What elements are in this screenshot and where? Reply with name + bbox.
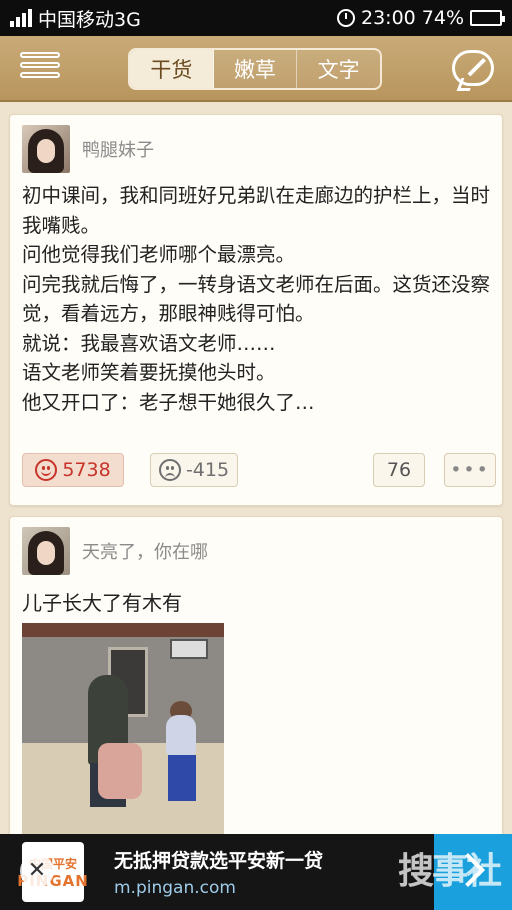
compose-icon[interactable] [452, 50, 494, 86]
avatar[interactable] [22, 527, 70, 575]
watermark: 搜事社 [398, 851, 502, 892]
battery-icon [470, 10, 505, 26]
post-text: 儿子长大了有木有 [22, 591, 182, 615]
tab-nen-cao[interactable]: 嫩草 [214, 50, 298, 88]
signal-icon [10, 9, 32, 27]
tab-group: 干货 嫩草 文字 [128, 48, 382, 90]
tab-wen-zi[interactable]: 文字 [297, 50, 380, 88]
post-card: 鸭腿妹子 初中课间，我和同班好兄弟趴在走廊边的护栏上，当时我嘴贱。 问他觉得我们… [9, 114, 503, 506]
alarm-icon [337, 9, 355, 27]
status-bar: 中国移动3G 23:00 74% [0, 0, 512, 36]
carrier-name: 中国移动3G [38, 8, 141, 31]
smile-icon [35, 459, 58, 481]
nav-bar: 干货 嫩草 文字 [0, 36, 512, 102]
post-text: 初中课间，我和同班好兄弟趴在走廊边的护栏上，当时我嘴贱。 问他觉得我们老师哪个最… [22, 184, 491, 414]
avatar[interactable] [22, 125, 70, 173]
post-actions: 5738 -415 76 ••• [22, 453, 496, 491]
tab-gan-huo[interactable]: 干货 [130, 50, 214, 88]
more-button[interactable]: ••• [444, 453, 496, 487]
like-count: 5738 [62, 459, 111, 481]
frown-icon [158, 459, 181, 481]
comment-button[interactable]: 76 [373, 453, 425, 487]
battery-percent: 74% [421, 7, 464, 29]
post-author[interactable]: 鸭腿妹子 [22, 125, 154, 173]
ad-title[interactable]: 无抵押贷款选平安新一贷 [114, 846, 323, 873]
menu-icon[interactable] [20, 52, 60, 86]
close-icon[interactable]: ✕ [20, 854, 54, 888]
dislike-count: -415 [185, 459, 230, 481]
ad-url[interactable]: m.pingan.com [114, 878, 236, 898]
post-author[interactable]: 天亮了，你在哪 [22, 527, 208, 575]
like-button[interactable]: 5738 [22, 453, 124, 487]
dislike-button[interactable]: -415 [150, 453, 238, 487]
author-name[interactable]: 鸭腿妹子 [82, 136, 154, 162]
clock: 23:00 [361, 7, 416, 29]
author-name[interactable]: 天亮了，你在哪 [82, 538, 208, 564]
